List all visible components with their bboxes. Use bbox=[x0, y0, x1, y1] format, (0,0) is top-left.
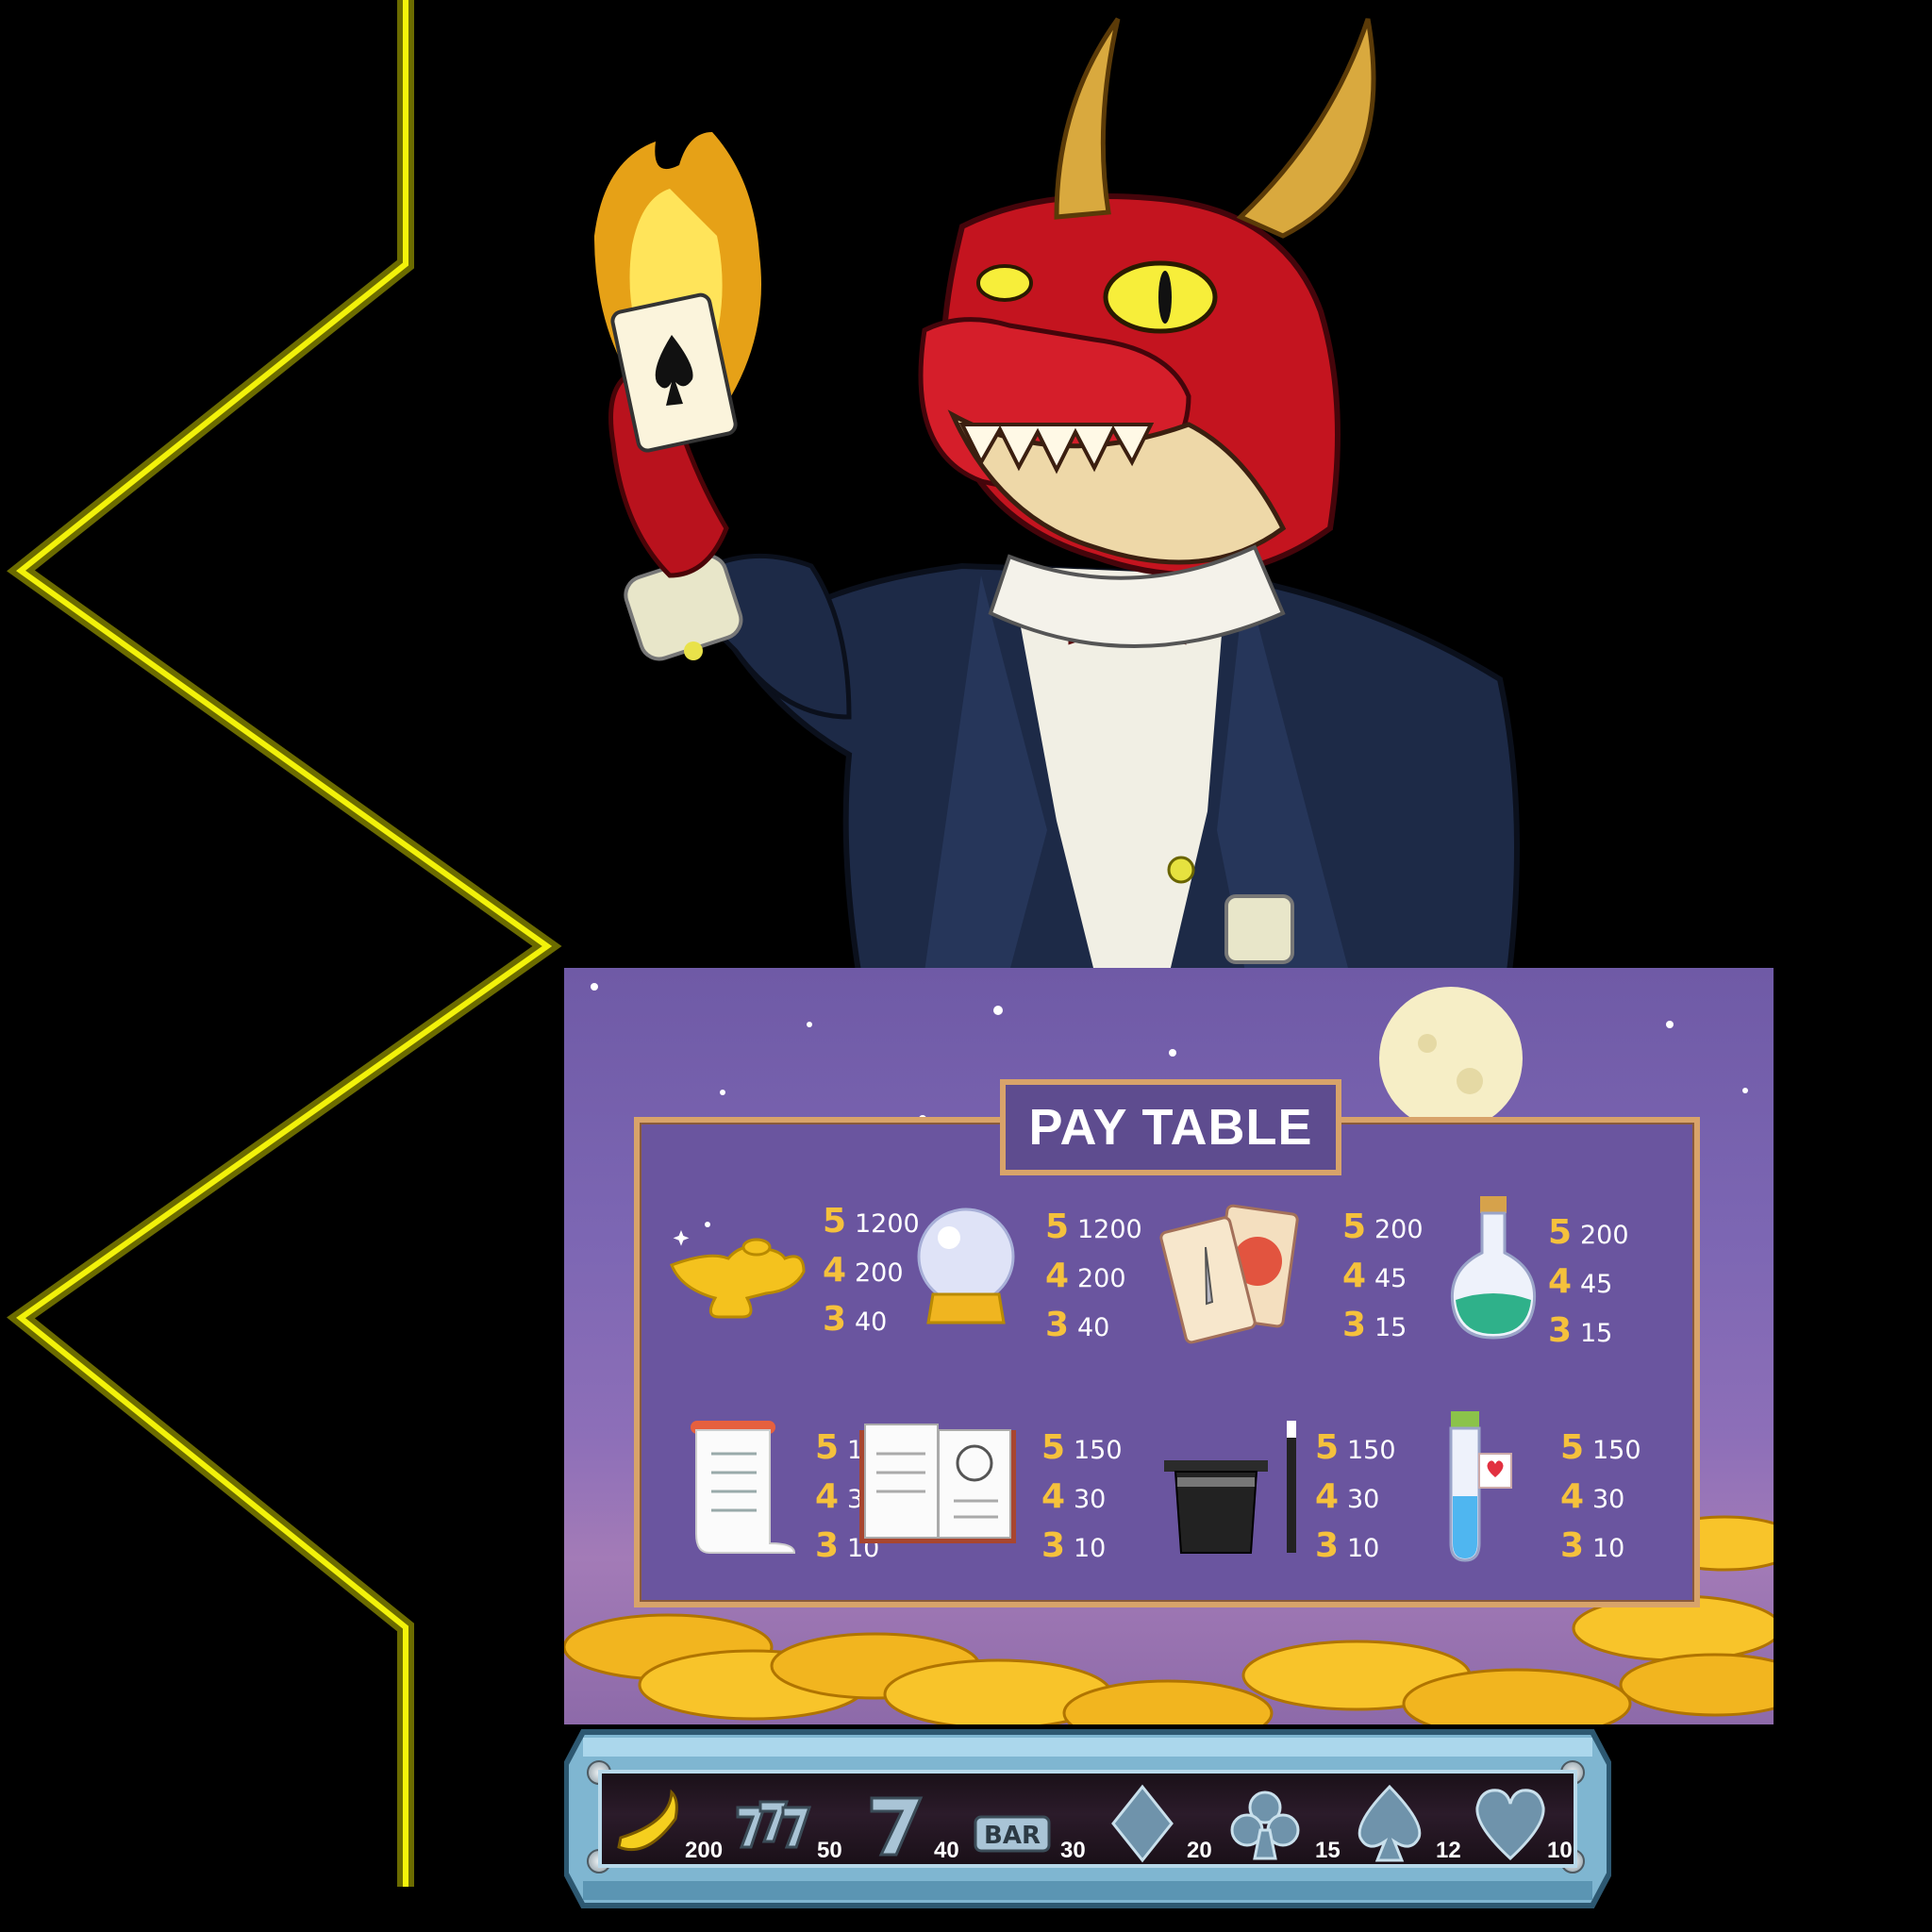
payout-list: 5150 430 310 bbox=[1041, 1428, 1123, 1565]
symbol-spell-book: 5 150 4 30 3 10 bbox=[859, 1411, 1170, 1572]
paytable-title: PAY TABLE bbox=[1028, 1099, 1313, 1156]
payout-list: 5 1200 4 200 3 40 bbox=[1045, 1208, 1142, 1344]
strip-item-club: 15 bbox=[1224, 1781, 1341, 1866]
bar-icon: BAR bbox=[974, 1815, 1051, 1853]
symbol-green-potion: 5 200 4 45 3 15 bbox=[1437, 1196, 1691, 1357]
strip-item-bar: BAR 30 bbox=[970, 1781, 1094, 1866]
symbol-tarot-cards: 5 200 4 45 3 15 bbox=[1159, 1191, 1437, 1351]
dragon-dealer-mascot bbox=[594, 17, 1520, 972]
svg-text:BAR: BAR bbox=[984, 1822, 1041, 1850]
scroll-icon bbox=[691, 1421, 796, 1554]
paytable-title-plate: PAY TABLE bbox=[1000, 1079, 1341, 1175]
spade-icon bbox=[1357, 1784, 1422, 1862]
paytable-frame: 5 1200 4 200 3 40 5 1200 4 200 3 40 5 20… bbox=[634, 1117, 1700, 1607]
strip-item-heart: 10 bbox=[1470, 1781, 1574, 1866]
strip-item-spade: 12 bbox=[1349, 1781, 1462, 1866]
payout-list: 5150 430 310 bbox=[1560, 1428, 1641, 1565]
club-icon bbox=[1230, 1790, 1300, 1860]
banana-icon bbox=[617, 1789, 678, 1852]
symbol-love-potion: 5 150 4 30 3 10 bbox=[1443, 1411, 1698, 1572]
neon-zigzag-decoration bbox=[7, 0, 562, 1887]
payout-list: 5 200 4 45 3 15 bbox=[1548, 1213, 1629, 1350]
crystal-ball-icon bbox=[917, 1208, 1015, 1324]
magic-lamp-icon bbox=[670, 1222, 806, 1319]
strip-item-banana: 200 bbox=[609, 1781, 723, 1866]
triple-seven-icon bbox=[736, 1800, 812, 1849]
symbol-magic-lamp: 5 1200 4 200 3 40 bbox=[653, 1185, 920, 1345]
seven-icon bbox=[870, 1796, 924, 1857]
strip-item-triple-seven: 50 bbox=[732, 1781, 845, 1866]
diamond-icon bbox=[1111, 1784, 1174, 1863]
spell-book-icon bbox=[859, 1424, 1016, 1543]
magic-hat-wand-icon bbox=[1164, 1421, 1296, 1554]
tarot-cards-icon bbox=[1159, 1204, 1299, 1344]
strip-item-seven: 40 bbox=[855, 1781, 960, 1866]
heart-icon bbox=[1475, 1789, 1545, 1861]
strip-item-diamond: 20 bbox=[1102, 1781, 1213, 1866]
paytable-panel: 5 1200 4 200 3 40 5 1200 4 200 3 40 5 20… bbox=[564, 968, 1774, 1724]
symbol-strip: 200 50 40 BAR 30 20 15 12 10 bbox=[598, 1770, 1577, 1868]
love-potion-icon bbox=[1449, 1411, 1512, 1562]
